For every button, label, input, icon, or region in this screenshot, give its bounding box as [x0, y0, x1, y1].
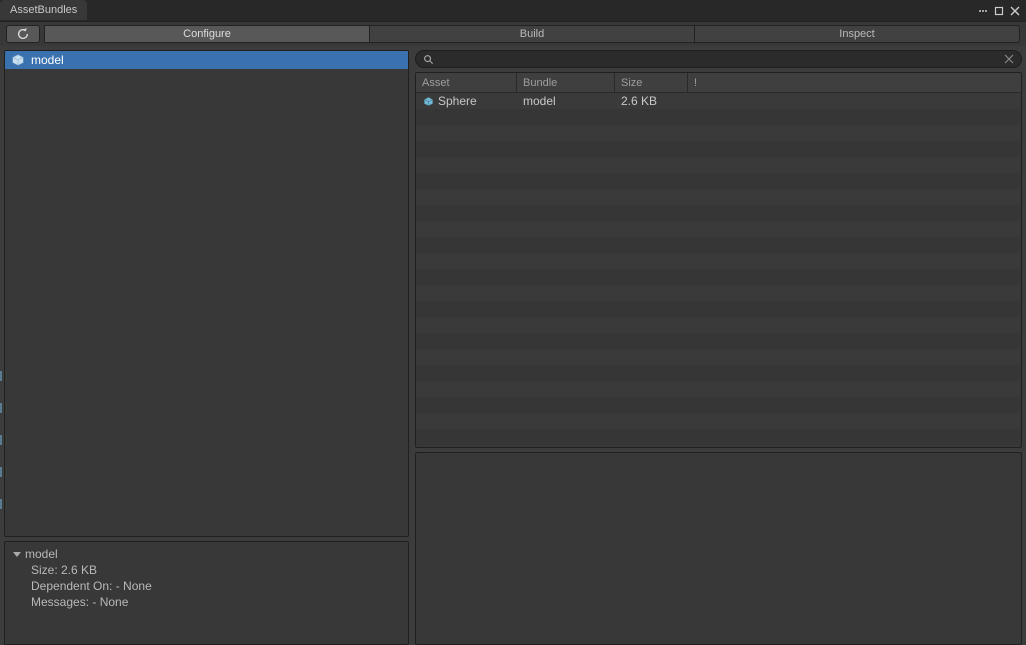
table-row	[416, 269, 1021, 285]
column-header-bundle[interactable]: Bundle	[517, 73, 615, 92]
table-row	[416, 317, 1021, 333]
table-row	[416, 381, 1021, 397]
window-tab-bar: AssetBundles	[0, 0, 1026, 22]
window-tab-assetbundles[interactable]: AssetBundles	[0, 0, 87, 20]
details-foldout[interactable]: model	[13, 546, 400, 562]
refresh-button[interactable]	[6, 25, 40, 43]
table-row	[416, 141, 1021, 157]
main-toolbar: Configure Build Inspect	[0, 22, 1026, 46]
tab-build[interactable]: Build	[370, 25, 695, 43]
column-header-size[interactable]: Size	[615, 73, 688, 92]
table-row	[416, 285, 1021, 301]
asset-size: 2.6 KB	[615, 93, 688, 109]
table-row	[416, 253, 1021, 269]
bundle-icon	[11, 53, 25, 67]
clear-search-icon[interactable]	[1003, 53, 1015, 65]
asset-table-panel: Asset Bundle Size ! Sphere model2.6 KB	[415, 72, 1022, 448]
asset-name: Sphere	[438, 94, 477, 108]
table-row	[416, 397, 1021, 413]
table-row	[416, 189, 1021, 205]
refresh-icon	[16, 27, 30, 41]
asset-warn	[688, 93, 703, 109]
bundle-details-panel: model Size: 2.6 KB Dependent On: - None …	[4, 541, 409, 645]
kebab-menu-icon[interactable]	[976, 4, 990, 18]
table-row	[416, 205, 1021, 221]
foldout-arrow-icon	[13, 552, 21, 557]
table-row	[416, 173, 1021, 189]
column-header-asset[interactable]: Asset	[416, 73, 517, 92]
table-row	[416, 301, 1021, 317]
search-icon	[422, 53, 434, 65]
asset-bundle: model	[517, 93, 615, 109]
bundle-item-label: model	[31, 53, 64, 67]
tab-inspect[interactable]: Inspect	[695, 25, 1020, 43]
search-input[interactable]	[438, 53, 999, 65]
maximize-icon[interactable]	[992, 4, 1006, 18]
details-dependent: Dependent On: - None	[13, 578, 400, 594]
column-header-warn[interactable]: !	[688, 73, 703, 92]
table-row	[416, 125, 1021, 141]
table-row	[416, 109, 1021, 125]
prefab-icon	[422, 95, 434, 107]
table-row	[416, 429, 1021, 445]
table-row	[416, 333, 1021, 349]
asset-preview-panel	[415, 452, 1022, 645]
close-icon[interactable]	[1008, 4, 1022, 18]
details-name: model	[25, 547, 58, 561]
table-row	[416, 157, 1021, 173]
table-row	[416, 349, 1021, 365]
table-row	[416, 221, 1021, 237]
asset-table-body[interactable]: Sphere model2.6 KB	[416, 93, 1021, 447]
details-size: Size: 2.6 KB	[13, 562, 400, 578]
table-row	[416, 365, 1021, 381]
bundle-list-panel[interactable]: model	[4, 50, 409, 537]
details-messages: Messages: - None	[13, 594, 400, 610]
asset-table-header: Asset Bundle Size !	[416, 73, 1021, 93]
table-row[interactable]: Sphere model2.6 KB	[416, 93, 1021, 109]
bundle-item-model[interactable]: model	[5, 51, 408, 69]
table-row	[416, 237, 1021, 253]
search-bar[interactable]	[415, 50, 1022, 68]
table-row	[416, 413, 1021, 429]
tab-configure[interactable]: Configure	[44, 25, 370, 43]
